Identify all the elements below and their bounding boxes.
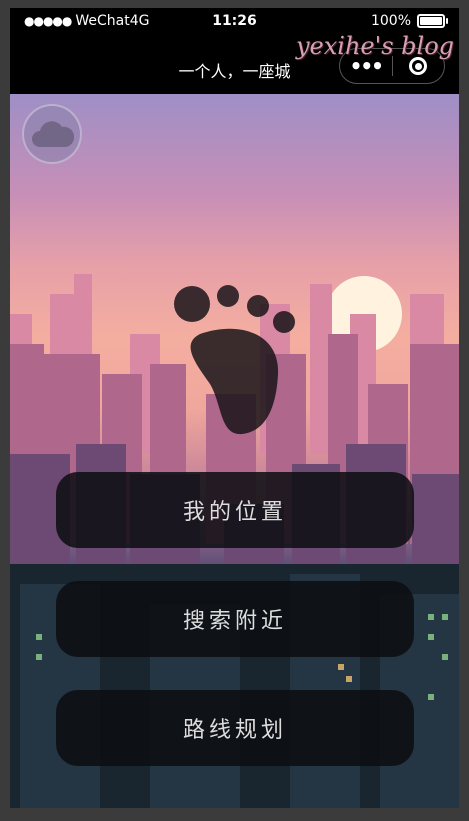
window-frame: ●●●●● WeChat4G 11:26 100% 一个人，一座城 ••• ye… — [0, 0, 469, 821]
my-location-button[interactable]: 我的位置 — [56, 472, 414, 548]
city-background: 我的位置 搜索附近 路线规划 — [10, 94, 459, 808]
battery-icon — [417, 14, 448, 28]
route-planning-button[interactable]: 路线规划 — [56, 690, 414, 766]
weather-button[interactable] — [22, 104, 82, 164]
cloud-icon — [32, 121, 74, 147]
blog-watermark: yexihe's blog — [296, 32, 455, 60]
status-right: 100% — [370, 13, 448, 29]
search-nearby-button[interactable]: 搜索附近 — [56, 581, 414, 657]
phone-screen: ●●●●● WeChat4G 11:26 100% 一个人，一座城 ••• ye… — [10, 8, 459, 808]
footprint-icon — [174, 285, 295, 435]
battery-percent: 100% — [370, 13, 411, 29]
